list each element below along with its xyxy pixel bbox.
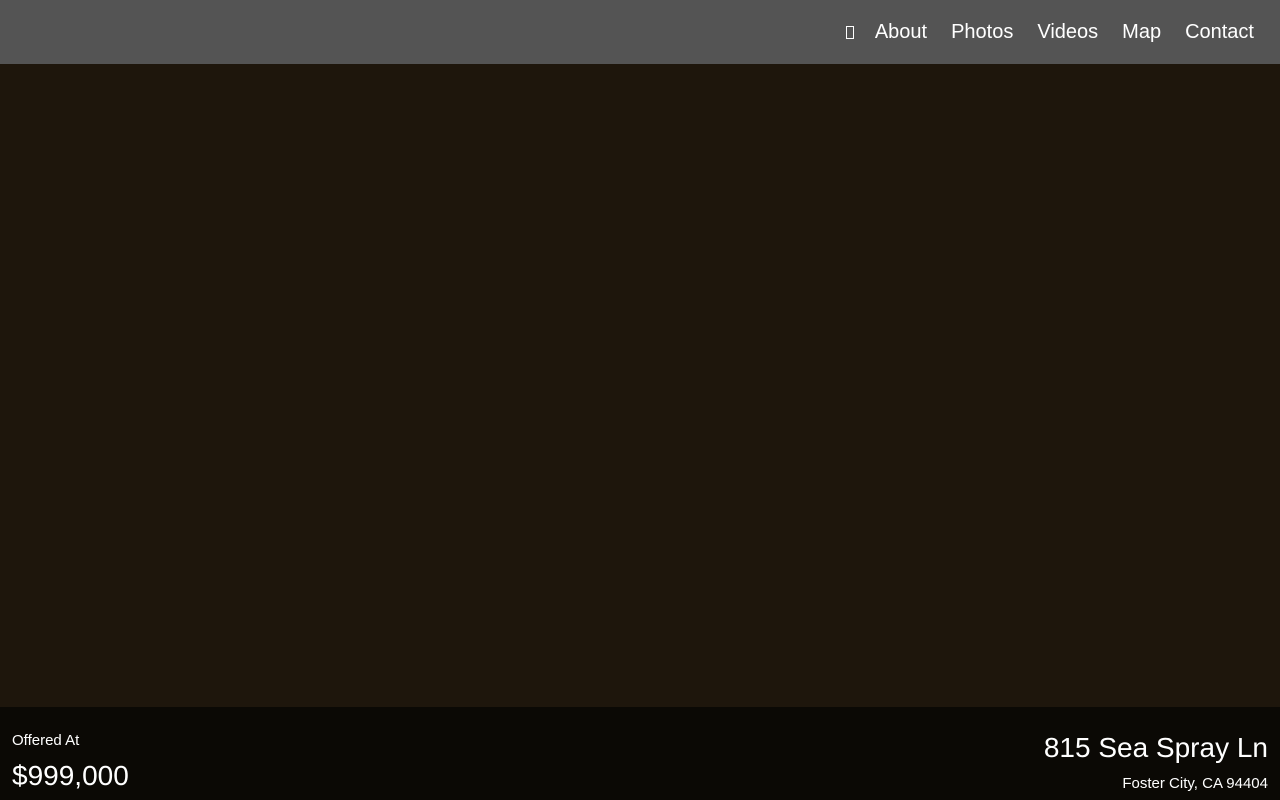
top-navigation-bar: About Photos Videos Map Contact — [0, 0, 1280, 64]
nav-link-about[interactable]: About — [875, 20, 927, 44]
nav-link-photos[interactable]: Photos — [951, 20, 1013, 44]
nav-link-contact[interactable]: Contact — [1185, 20, 1254, 44]
offered-at-label: Offered At — [12, 732, 80, 749]
hero-image-area — [0, 64, 1280, 707]
listing-city: Foster City, CA 94404 — [1122, 775, 1268, 792]
listing-price: $999,000 — [12, 760, 129, 791]
box-icon[interactable] — [838, 22, 862, 42]
listing-info-bar: Offered At $999,000 815 Sea Spray Ln Fos… — [0, 707, 1280, 800]
listing-address: 815 Sea Spray Ln — [1043, 732, 1268, 763]
nav-link-videos[interactable]: Videos — [1037, 20, 1098, 44]
nav-link-map[interactable]: Map — [1122, 20, 1161, 44]
